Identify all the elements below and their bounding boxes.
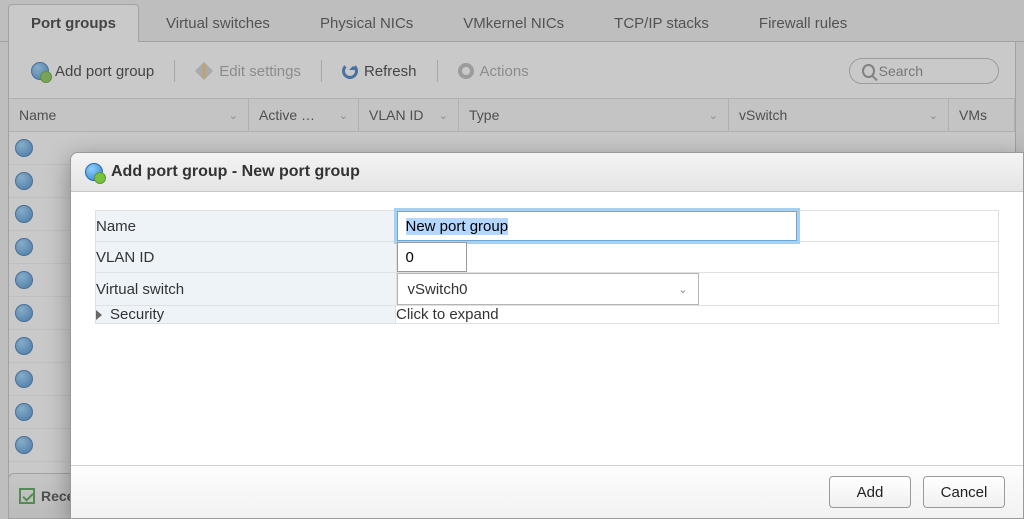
security-hint: Click to expand xyxy=(396,306,499,323)
dialog-title-bar: Add port group - New port group xyxy=(71,153,1023,192)
vswitch-select[interactable]: vSwitch0 ⌄ xyxy=(397,273,699,305)
security-expander[interactable]: Security xyxy=(96,306,396,323)
add-port-group-dialog: Add port group - New port group Name VLA… xyxy=(70,152,1024,519)
expand-caret-icon xyxy=(96,310,102,320)
vlan-field-label: VLAN ID xyxy=(96,242,397,273)
name-input[interactable] xyxy=(397,211,797,241)
dialog-body: Name VLAN ID Virtual switch vSwitch0 ⌄ xyxy=(71,192,1023,465)
dialog-title-text: Add port group - New port group xyxy=(111,163,360,181)
form-table: Name VLAN ID Virtual switch vSwitch0 ⌄ xyxy=(95,210,999,324)
chevron-down-icon: ⌄ xyxy=(678,283,687,296)
dialog-title-icon xyxy=(85,163,103,181)
security-label: Security xyxy=(110,306,164,323)
cancel-button[interactable]: Cancel xyxy=(923,476,1005,508)
vswitch-field-label: Virtual switch xyxy=(96,273,397,306)
vswitch-select-value: vSwitch0 xyxy=(408,281,468,298)
name-field-label: Name xyxy=(96,211,397,242)
add-button[interactable]: Add xyxy=(829,476,911,508)
vlan-input[interactable] xyxy=(397,242,467,272)
dialog-footer: Add Cancel xyxy=(71,465,1023,518)
